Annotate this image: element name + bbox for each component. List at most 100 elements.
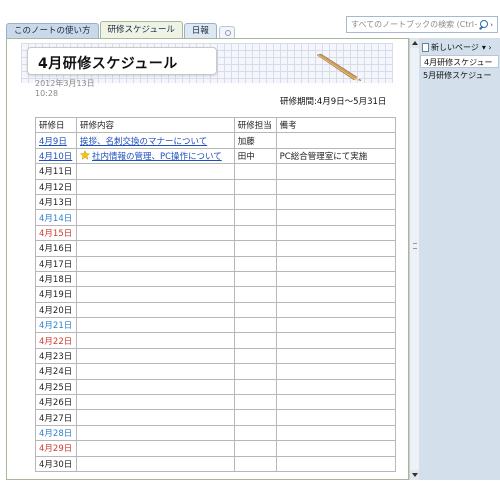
person-cell[interactable] [233,240,277,257]
person-cell[interactable] [233,163,277,180]
date-cell[interactable]: 4月15日 [35,224,77,242]
date-cell[interactable]: 4月24日 [35,363,77,380]
content-cell[interactable] [75,301,235,319]
person-cell[interactable] [233,440,277,457]
note-cell[interactable] [275,193,397,211]
note-cell[interactable] [275,163,397,180]
date-cell[interactable]: 4月13日 [35,193,77,211]
person-cell[interactable] [233,424,277,442]
person-cell[interactable] [233,301,277,319]
note-cell[interactable] [275,224,397,242]
date-link[interactable]: 4月10日 [39,152,72,162]
person-cell[interactable] [233,209,277,226]
note-cell[interactable] [275,440,397,457]
date-cell[interactable]: 4月25日 [35,378,77,396]
person-cell[interactable] [233,317,277,334]
content-cell[interactable] [75,255,235,272]
date-cell[interactable]: 4月21日 [35,317,77,334]
note-cell[interactable] [275,455,397,472]
content-cell[interactable] [75,240,235,257]
content-cell[interactable] [75,286,235,303]
search-input[interactable]: すべてのノートブックの検索 (Ctrl+E) [351,19,477,30]
person-cell[interactable] [233,455,277,472]
date-cell[interactable]: 4月22日 [35,332,77,349]
title-box[interactable]: 4月研修スケジュール [27,47,217,75]
date-cell[interactable]: 4月9日 [35,132,77,149]
note-cell[interactable] [275,424,397,442]
note-cell[interactable] [275,378,397,396]
date-link[interactable]: 4月9日 [39,137,67,147]
note-cell[interactable] [275,209,397,226]
content-cell[interactable] [75,270,235,288]
content-cell[interactable] [75,394,235,411]
page-list-item-april[interactable]: 4月研修スケジュー [420,55,499,68]
date-cell[interactable]: 4月20日 [35,301,77,319]
content-cell[interactable]: 挨拶、名刺交換のマナーについて [75,132,235,149]
date-cell[interactable]: 4月23日 [35,347,77,365]
new-page-button[interactable]: 新しいページ ▾ › [422,41,492,53]
date-cell[interactable]: 4月17日 [35,255,77,272]
date-cell[interactable]: 4月26日 [35,394,77,411]
tab-training-schedule[interactable]: 研修スケジュール [99,21,183,38]
note-cell[interactable] [275,132,397,149]
date-cell[interactable]: 4月16日 [35,240,77,257]
date-cell[interactable]: 4月11日 [35,163,77,180]
person-cell[interactable] [233,270,277,288]
content-cell[interactable] [75,317,235,334]
scroll-grip[interactable] [413,243,417,249]
note-cell[interactable] [275,270,397,288]
person-cell[interactable]: 田中 [233,147,277,165]
note-cell[interactable] [275,409,397,426]
page-list-item-may[interactable]: 5月研修スケジュー [420,69,499,82]
content-cell[interactable] [75,193,235,211]
note-cell[interactable]: PC総合管理室にて実施 [275,147,397,165]
new-section-tab[interactable] [218,26,235,38]
note-cell[interactable] [275,332,397,349]
content-cell[interactable]: 社内情報の管理、PC操作について [75,147,235,165]
content-link[interactable]: 社内情報の管理、PC操作について [92,152,222,162]
date-cell[interactable]: 4月27日 [35,409,77,426]
person-cell[interactable] [233,409,277,426]
search-box[interactable]: すべてのノートブックの検索 (Ctrl+E) › [346,16,498,33]
note-cell[interactable] [275,363,397,380]
date-cell[interactable]: 4月18日 [35,270,77,288]
note-cell[interactable] [275,317,397,334]
person-cell[interactable] [233,193,277,211]
content-cell[interactable] [75,440,235,457]
date-cell[interactable]: 4月28日 [35,424,77,442]
note-cell[interactable] [275,240,397,257]
date-cell[interactable]: 4月29日 [35,440,77,457]
note-cell[interactable] [275,286,397,303]
search-icon[interactable] [477,19,489,31]
tab-daily-report[interactable]: 日報 [183,23,217,38]
person-cell[interactable] [233,178,277,195]
note-cell[interactable] [275,347,397,365]
content-cell[interactable] [75,378,235,396]
dropdown-arrow-icon[interactable]: ▾ › [482,43,492,52]
person-cell[interactable] [233,378,277,396]
tab-how-to-use[interactable]: このノートの使い方 [6,23,99,38]
note-cell[interactable] [275,394,397,411]
content-link[interactable]: 挨拶、名刺交換のマナーについて [80,137,207,147]
date-cell[interactable]: 4月10日 [35,147,77,165]
note-page[interactable]: 4月研修スケジュール 2012年3月13日 10:28 研修期間:4月9日～5月… [6,38,409,480]
content-cell[interactable] [75,347,235,365]
content-cell[interactable] [75,163,235,180]
person-cell[interactable]: 加藤 [233,132,277,149]
person-cell[interactable] [233,224,277,242]
date-cell[interactable]: 4月19日 [35,286,77,303]
content-cell[interactable] [75,332,235,349]
note-cell[interactable] [275,255,397,272]
content-cell[interactable] [75,424,235,442]
person-cell[interactable] [233,363,277,380]
date-cell[interactable]: 4月14日 [35,209,77,226]
person-cell[interactable] [233,286,277,303]
content-cell[interactable] [75,409,235,426]
person-cell[interactable] [233,255,277,272]
content-cell[interactable] [75,455,235,472]
date-cell[interactable]: 4月12日 [35,178,77,195]
person-cell[interactable] [233,347,277,365]
content-cell[interactable] [75,363,235,380]
person-cell[interactable] [233,394,277,411]
content-cell[interactable] [75,224,235,242]
